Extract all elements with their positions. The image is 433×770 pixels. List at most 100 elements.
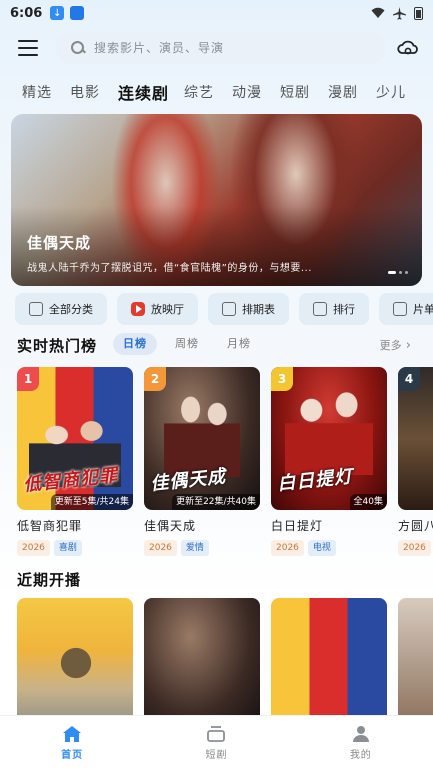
ranking-button[interactable]: 排行 (299, 293, 369, 325)
tab-monthly[interactable]: 月榜 (217, 333, 261, 355)
upcoming-card[interactable] (17, 598, 133, 728)
menu-icon-line (18, 54, 38, 56)
play-icon (131, 302, 145, 316)
year-tag: 2026 (144, 540, 177, 556)
upcoming-card[interactable] (144, 598, 260, 728)
tab-short-drama[interactable]: 短剧 (280, 82, 328, 102)
tab-daily[interactable]: 日榜 (113, 333, 157, 355)
rank-number-badge: 1 (17, 367, 39, 391)
nav-label: 短剧 (205, 750, 228, 761)
poster-image: 4 (398, 367, 433, 510)
ranking-card[interactable]: 4 方圆八百米 2026 (398, 367, 433, 563)
upcoming-card[interactable] (398, 598, 433, 728)
tab-weekly[interactable]: 周榜 (165, 333, 209, 355)
quick-link-label: 片单 (413, 303, 433, 316)
ranking-card[interactable]: 低智商犯罪 1 更新至5集/共24集 低智商犯罪 2026 喜剧 (17, 367, 133, 563)
cloud-gear-icon (397, 40, 418, 55)
menu-icon-line (18, 40, 38, 42)
hot-ranking-header: 实时热门榜 日榜 周榜 月榜 更多 (0, 333, 433, 355)
poster-cast (41, 628, 111, 698)
quick-links: 全部分类 放映厅 排期表 排行 片单 (15, 293, 433, 325)
tab-kids[interactable]: 少儿 (376, 82, 424, 102)
tab-anime[interactable]: 动漫 (232, 82, 280, 102)
ranking-card[interactable]: 白日提灯 3 全40集 白日提灯 2026 电视 (271, 367, 387, 563)
list-icon (393, 302, 407, 316)
quick-link-label: 全部分类 (49, 303, 93, 316)
hot-ranking-list: 低智商犯罪 1 更新至5集/共24集 低智商犯罪 2026 喜剧 佳偶天成 2 … (17, 367, 433, 563)
download-icon: ↓ (50, 6, 65, 20)
upcoming-title: 近期开播 (17, 571, 82, 589)
ranking-card[interactable]: 佳偶天成 2 更新至22集/共40集 佳偶天成 2026 爱情 (144, 367, 260, 563)
status-bar: 6:06 ↓ (0, 0, 433, 26)
episode-badge: 更新至5集/共24集 (50, 494, 133, 510)
rank-number-badge: 3 (271, 367, 293, 391)
card-tags: 2026 (398, 540, 433, 556)
banner-dot (399, 271, 402, 274)
user-icon (352, 726, 369, 742)
genre-tag: 爱情 (180, 540, 209, 556)
home-icon (63, 726, 82, 742)
nav-short-drama[interactable]: 短剧 (144, 716, 288, 770)
card-title: 佳偶天成 (144, 519, 197, 533)
year-tag: 2026 (271, 540, 304, 556)
category-tabs: 精选 电影 连续剧 综艺 动漫 短剧 漫剧 少儿 (0, 78, 433, 106)
rank-period-tabs: 日榜 周榜 月榜 (113, 333, 261, 355)
tab-movies[interactable]: 电影 (70, 82, 118, 102)
wifi-icon (371, 7, 385, 18)
rank-number-badge: 2 (144, 367, 166, 391)
card-tags: 2026 喜剧 (17, 540, 133, 556)
banner-dot-active (388, 271, 396, 274)
tab-series[interactable]: 连续剧 (118, 80, 184, 104)
quick-link-label: 排行 (333, 303, 355, 316)
playlist-button[interactable]: 片单 (379, 293, 433, 325)
poster-title-art: 佳偶天成 (149, 466, 228, 495)
all-categories-button[interactable]: 全部分类 (15, 293, 107, 325)
app-notification-icon (70, 6, 85, 20)
nav-home[interactable]: 首页 (0, 716, 144, 770)
short-drama-icon (207, 726, 226, 742)
banner-description: 战鬼人陆千乔为了摆脱诅咒，借“食官陆槐”的身份，与想要... (27, 263, 312, 274)
search-box[interactable] (56, 32, 386, 64)
card-tags: 2026 爱情 (144, 540, 260, 556)
card-tags: 2026 电视 (271, 540, 387, 556)
battery-icon (414, 6, 423, 20)
tab-variety[interactable]: 综艺 (184, 82, 232, 102)
screening-hall-button[interactable]: 放映厅 (117, 293, 198, 325)
status-time: 6:06 (10, 5, 43, 21)
episode-badge: 更新至22集/共40集 (172, 494, 260, 510)
cloud-settings-button[interactable] (396, 36, 420, 60)
card-title: 方圆八百米 (398, 519, 433, 533)
tab-featured[interactable]: 精选 (22, 82, 70, 102)
search-input[interactable] (94, 41, 354, 55)
poster-image: 佳偶天成 2 更新至22集/共40集 (144, 367, 260, 510)
tab-comic-drama[interactable]: 漫剧 (328, 82, 376, 102)
schedule-button[interactable]: 排期表 (208, 293, 289, 325)
upcoming-card[interactable] (271, 598, 387, 728)
menu-button[interactable] (18, 40, 38, 56)
quick-link-label: 排期表 (242, 303, 275, 316)
nav-label: 我的 (349, 750, 372, 761)
nav-profile[interactable]: 我的 (289, 716, 433, 770)
banner-pagination (388, 271, 408, 274)
bottom-navigation: 首页 短剧 我的 (0, 716, 433, 770)
trophy-icon (313, 302, 327, 316)
hot-ranking-title: 实时热门榜 (17, 337, 98, 355)
more-link[interactable]: 更多 (380, 337, 411, 353)
episode-badge: 全40集 (349, 494, 387, 510)
poster-image: 低智商犯罪 1 更新至5集/共24集 (17, 367, 133, 510)
nav-label: 首页 (61, 750, 84, 761)
banner-title: 佳偶天成 (27, 234, 92, 252)
year-tag: 2026 (17, 540, 50, 556)
status-icons (371, 6, 423, 20)
search-icon (70, 40, 86, 56)
airplane-icon (393, 6, 406, 20)
banner-dot (405, 271, 408, 274)
genre-tag: 喜剧 (53, 540, 82, 556)
card-title: 白日提灯 (271, 519, 324, 533)
quick-link-label: 放映厅 (151, 303, 184, 316)
category-icon (29, 302, 43, 316)
calendar-icon (222, 302, 236, 316)
card-title: 低智商犯罪 (17, 519, 83, 533)
featured-banner[interactable]: 佳偶天成 战鬼人陆千乔为了摆脱诅咒，借“食官陆槐”的身份，与想要... (11, 114, 422, 286)
poster-image: 白日提灯 3 全40集 (271, 367, 387, 510)
